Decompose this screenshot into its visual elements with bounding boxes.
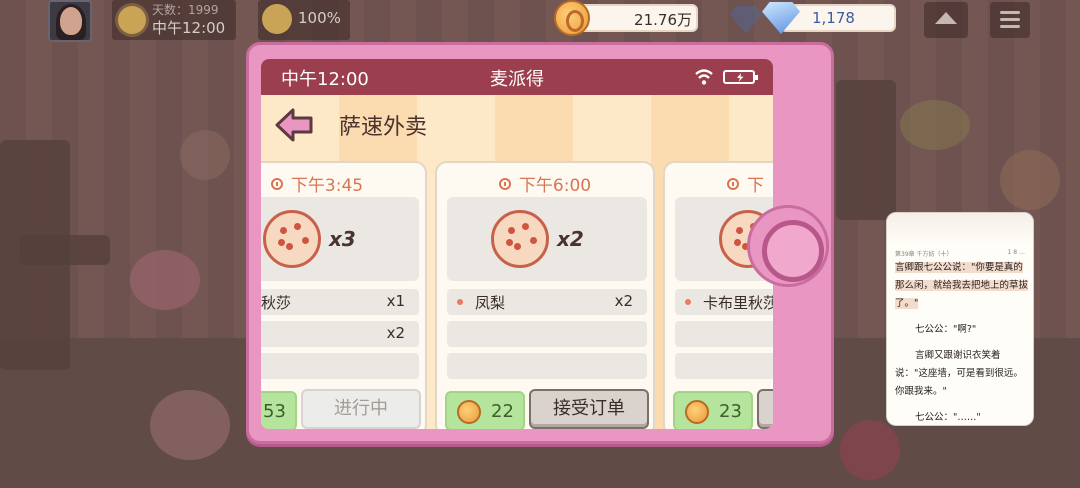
- order-time: 下: [727, 171, 764, 196]
- player-avatar[interactable]: [48, 0, 92, 42]
- order-card: 下午3:45 x3 布里秋莎 x1 花 x2 53 进行中: [261, 161, 427, 429]
- coin-counter[interactable]: 21.76万: [578, 4, 698, 32]
- coin-amount: 21.76万: [634, 11, 692, 29]
- day-counter: 天数：1999: [152, 3, 219, 17]
- pizza-quantity: x2: [557, 227, 584, 251]
- back-arrow-icon[interactable]: [275, 107, 313, 143]
- floating-novel-window[interactable]: 第39章 千方妨（十） 1 8 … 言卿跟七公公说："你要是真的那么闲，就给我去…: [886, 212, 1034, 426]
- clock-icon: [270, 178, 283, 190]
- gem-counter[interactable]: 1,178: [780, 4, 896, 32]
- item-qty: x2: [614, 292, 633, 310]
- novel-paragraph: 七公公："……": [915, 412, 981, 423]
- accept-order-button[interactable]: 接受订单: [529, 389, 649, 429]
- game-clock: 中午12:00: [152, 19, 226, 37]
- order-card: 下 卡布里秋莎 23: [663, 161, 773, 429]
- order-item-row-empty: [447, 353, 647, 379]
- order-reward: 53: [261, 391, 297, 429]
- order-item-row: 花 x2: [261, 321, 419, 347]
- novel-chapter-header: 第39章 千方妨（十）: [895, 251, 953, 258]
- mood-percent: 100%: [298, 9, 341, 27]
- order-reward: 23: [673, 391, 753, 429]
- order-item-row-empty: [261, 353, 419, 379]
- reward-amount: 22: [491, 401, 514, 422]
- sun-icon: [118, 6, 146, 34]
- order-item-row-empty: [675, 353, 773, 379]
- collapse-up-button[interactable]: [924, 2, 968, 38]
- battery-charging-icon: [723, 70, 758, 84]
- phone-home-button[interactable]: [747, 205, 829, 287]
- coin-icon: [685, 400, 709, 424]
- novel-status-header: 1 8 …: [1007, 249, 1025, 256]
- order-time: 下午6:00: [437, 171, 653, 196]
- novel-highlighted-text: 言卿跟七公公说："你要是真的那么闲，就给我去把地上的草拔了。": [895, 262, 1029, 309]
- pizza-icon: [491, 210, 549, 268]
- reward-amount: 23: [719, 401, 742, 422]
- clock-icon: [727, 178, 739, 190]
- hamburger-line: [1000, 25, 1020, 28]
- bullet-dot: [685, 299, 691, 305]
- novel-top-bar: [887, 213, 1033, 245]
- order-item-row-empty: [447, 321, 647, 347]
- hamburger-icon: [1000, 11, 1020, 14]
- smiley-icon: [262, 4, 292, 34]
- phone-device: 中午12:00 麦派得 萨速外卖 下午3:45 x3 秋莎 x1 x2 53 进…: [246, 42, 834, 444]
- phone-screen: 中午12:00 麦派得 萨速外卖 下午3:45 x3 秋莎 x1 x2 53 进…: [261, 59, 773, 429]
- gem-amount: 1,178: [812, 9, 855, 27]
- item-qty: x1: [386, 292, 405, 310]
- order-pizza-area: x3: [261, 197, 419, 281]
- mood-panel: 100%: [258, 0, 350, 40]
- item-name: 布里秋莎: [261, 294, 292, 312]
- order-item-row: 凤梨 x2: [447, 289, 647, 315]
- wifi-icon: [695, 69, 713, 85]
- novel-paragraph: 言卿跟七公公说："你要是真的那么闲，就给我去把地上的草拔了。": [895, 259, 1029, 313]
- item-name: 卡布里秋莎: [703, 294, 773, 312]
- novel-paragraph: 七公公："啊?": [915, 324, 977, 335]
- hamburger-line: [1000, 18, 1020, 21]
- pizza-icon: [263, 210, 321, 268]
- order-item-row-empty: [675, 321, 773, 347]
- item-name: 凤梨: [475, 294, 506, 312]
- order-pizza-area: x2: [447, 197, 647, 281]
- novel-paragraph: 言卿又跟谢识衣笑着说："这座墙，可是看到很远。你跟我来。": [895, 350, 1023, 397]
- in-progress-button: 进行中: [301, 389, 421, 429]
- pizza-quantity: x3: [329, 227, 356, 251]
- menu-button[interactable]: [990, 2, 1030, 38]
- order-time-label: 下: [747, 176, 764, 196]
- order-time-label: 下午6:00: [518, 176, 592, 196]
- order-item-row: 卡布里秋莎: [675, 289, 773, 315]
- clock-icon: [498, 178, 511, 190]
- order-item-row: 布里秋莎 x1: [261, 289, 419, 315]
- order-time-label: 下午3:45: [290, 176, 364, 196]
- order-time: 下午3:45: [261, 171, 425, 196]
- accept-order-button[interactable]: [757, 389, 773, 429]
- app-title: 萨速外卖: [339, 115, 428, 140]
- bullet-dot: [457, 299, 463, 305]
- order-reward: 22: [445, 391, 525, 429]
- day-time-panel: 天数：1999 中午12:00: [112, 0, 236, 40]
- coin-icon: [554, 0, 590, 36]
- order-card: 下午6:00 x2 凤梨 x2 22 接受订单: [435, 161, 655, 429]
- chevron-up-icon: [935, 12, 957, 24]
- reward-amount: 53: [263, 401, 286, 422]
- avatar-face: [60, 7, 82, 35]
- phone-status-bar: 中午12:00 麦派得: [261, 59, 773, 95]
- item-qty: x2: [386, 324, 405, 342]
- coin-icon: [457, 400, 481, 424]
